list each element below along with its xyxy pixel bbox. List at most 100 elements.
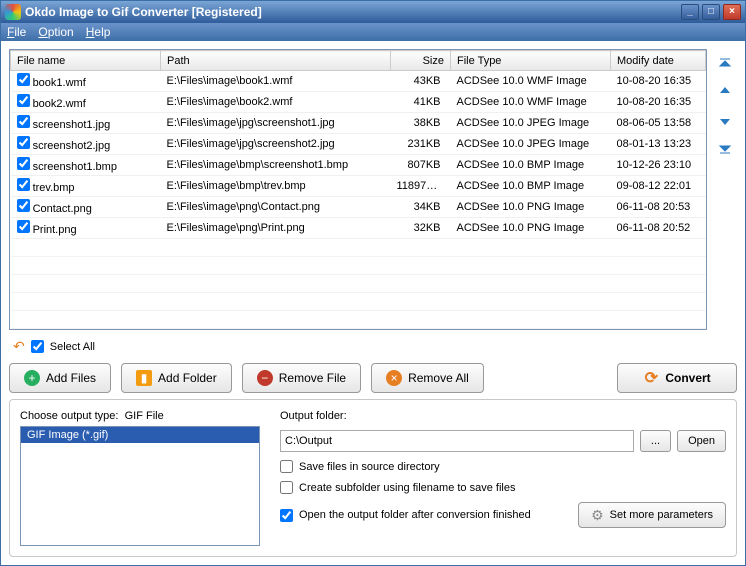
cell-date: 10-12-26 23:10	[611, 155, 706, 176]
remove-all-button[interactable]: ×Remove All	[371, 363, 484, 393]
output-folder-input[interactable]	[280, 430, 634, 452]
row-checkbox[interactable]	[17, 136, 30, 149]
cell-size: 34KB	[391, 197, 451, 218]
move-down-button[interactable]	[715, 109, 735, 131]
move-bottom-button[interactable]	[715, 137, 735, 159]
cell-date: 08-01-13 13:23	[611, 134, 706, 155]
cell-path: E:\Files\image\bmp\trev.bmp	[161, 176, 391, 197]
cell-path: E:\Files\image\jpg\screenshot1.jpg	[161, 113, 391, 134]
cell-file-name: book2.wmf	[33, 98, 86, 110]
output-type-col: Choose output type: GIF File GIF Image (…	[20, 410, 260, 546]
move-up-button[interactable]	[715, 81, 735, 103]
col-file-type[interactable]: File Type	[451, 51, 611, 71]
cell-size: 11897KB	[391, 176, 451, 197]
row-checkbox[interactable]	[17, 115, 30, 128]
cell-path: E:\Files\image\book1.wmf	[161, 71, 391, 92]
create-subfolder-row: Create subfolder using filename to save …	[280, 481, 726, 494]
window-buttons: _ □ ×	[681, 4, 741, 20]
up-folder-icon[interactable]: ↶	[13, 338, 25, 355]
table-row[interactable]: screenshot1.jpgE:\Files\image\jpg\screen…	[11, 113, 706, 134]
cell-type: ACDSee 10.0 PNG Image	[451, 218, 611, 239]
save-in-source-checkbox[interactable]	[280, 460, 293, 473]
cell-date: 10-08-20 16:35	[611, 71, 706, 92]
menu-help[interactable]: Help	[86, 25, 111, 39]
output-type-label-row: Choose output type: GIF File	[20, 410, 260, 422]
file-list-wrap: File name Path Size File Type Modify dat…	[9, 49, 737, 330]
row-checkbox[interactable]	[17, 220, 30, 233]
set-more-parameters-button[interactable]: ⚙ Set more parameters	[578, 502, 726, 528]
cell-file-name: trev.bmp	[33, 182, 75, 194]
set-more-parameters-label: Set more parameters	[610, 509, 713, 521]
create-subfolder-checkbox[interactable]	[280, 481, 293, 494]
select-all-checkbox[interactable]	[31, 340, 44, 353]
output-type-item[interactable]: GIF Image (*.gif)	[21, 427, 259, 443]
cell-size: 32KB	[391, 218, 451, 239]
open-after-checkbox[interactable]	[280, 509, 293, 522]
cell-type: ACDSee 10.0 WMF Image	[451, 92, 611, 113]
title-bar: Okdo Image to Gif Converter [Registered]…	[1, 1, 745, 23]
folder-icon: ▮	[136, 370, 152, 386]
file-table: File name Path Size File Type Modify dat…	[10, 50, 706, 329]
row-checkbox[interactable]	[17, 157, 30, 170]
move-top-button[interactable]	[715, 53, 735, 75]
table-row-empty	[11, 311, 706, 329]
remove-file-label: Remove File	[279, 371, 346, 385]
menu-file[interactable]: File	[7, 25, 26, 39]
cell-file-name: Contact.png	[33, 203, 92, 215]
menu-option[interactable]: Option	[38, 25, 73, 39]
gear-icon: ⚙	[591, 507, 604, 524]
table-row-empty	[11, 257, 706, 275]
open-folder-button[interactable]: Open	[677, 430, 726, 452]
output-type-label: Choose output type:	[20, 410, 118, 422]
add-folder-button[interactable]: ▮Add Folder	[121, 363, 232, 393]
output-panel: Choose output type: GIF File GIF Image (…	[9, 399, 737, 557]
app-icon	[5, 4, 21, 20]
cell-path: E:\Files\image\png\Contact.png	[161, 197, 391, 218]
row-checkbox[interactable]	[17, 178, 30, 191]
browse-button[interactable]: ...	[640, 430, 671, 452]
file-table-container: File name Path Size File Type Modify dat…	[9, 49, 707, 330]
select-all-row: ↶ Select All	[9, 336, 737, 357]
cell-size: 38KB	[391, 113, 451, 134]
table-row[interactable]: book1.wmfE:\Files\image\book1.wmf43KBACD…	[11, 71, 706, 92]
close-button[interactable]: ×	[723, 4, 741, 20]
col-file-name[interactable]: File name	[11, 51, 161, 71]
output-type-list[interactable]: GIF Image (*.gif)	[20, 426, 260, 546]
table-header-row: File name Path Size File Type Modify dat…	[11, 51, 706, 71]
col-modify-date[interactable]: Modify date	[611, 51, 706, 71]
cell-file-name: screenshot2.jpg	[33, 140, 111, 152]
minimize-button[interactable]: _	[681, 4, 699, 20]
open-after-row: Open the output folder after conversion …	[280, 502, 726, 528]
table-row[interactable]: Contact.png E:\Files\image\png\Contact.pn…	[11, 197, 706, 218]
convert-button[interactable]: ⟳Convert	[617, 363, 737, 393]
col-path[interactable]: Path	[161, 51, 391, 71]
table-row[interactable]: trev.bmp E:\Files\image\bmp\trev.bmp11897…	[11, 176, 706, 197]
output-folder-label: Output folder:	[280, 410, 726, 422]
row-checkbox[interactable]	[17, 199, 30, 212]
row-checkbox[interactable]	[17, 94, 30, 107]
menu-bar: File Option Help	[1, 23, 745, 41]
output-type-value: GIF File	[125, 410, 164, 422]
add-files-button[interactable]: +Add Files	[9, 363, 111, 393]
cell-file-name: screenshot1.bmp	[33, 161, 117, 173]
table-row-empty	[11, 239, 706, 257]
add-files-label: Add Files	[46, 371, 96, 385]
row-checkbox[interactable]	[17, 73, 30, 86]
col-size[interactable]: Size	[391, 51, 451, 71]
table-row-empty	[11, 293, 706, 311]
table-row[interactable]: screenshot1.bmpE:\Files\image\bmp\screen…	[11, 155, 706, 176]
cell-path: E:\Files\image\jpg\screenshot2.jpg	[161, 134, 391, 155]
table-row[interactable]: Print.pngE:\Files\image\png\Print.png32K…	[11, 218, 706, 239]
cell-type: ACDSee 10.0 WMF Image	[451, 71, 611, 92]
table-row[interactable]: book2.wmfE:\Files\image\book2.wmf41KBACD…	[11, 92, 706, 113]
cell-size: 231KB	[391, 134, 451, 155]
remove-file-button[interactable]: −Remove File	[242, 363, 361, 393]
cell-date: 10-08-20 16:35	[611, 92, 706, 113]
cell-date: 06-11-08 20:53	[611, 197, 706, 218]
cell-date: 09-08-12 22:01	[611, 176, 706, 197]
maximize-button[interactable]: □	[702, 4, 720, 20]
convert-label: Convert	[665, 371, 710, 385]
table-row[interactable]: screenshot2.jpg E:\Files\image\jpg\screen…	[11, 134, 706, 155]
cell-date: 08-06-05 13:58	[611, 113, 706, 134]
select-all-label: Select All	[50, 341, 95, 353]
